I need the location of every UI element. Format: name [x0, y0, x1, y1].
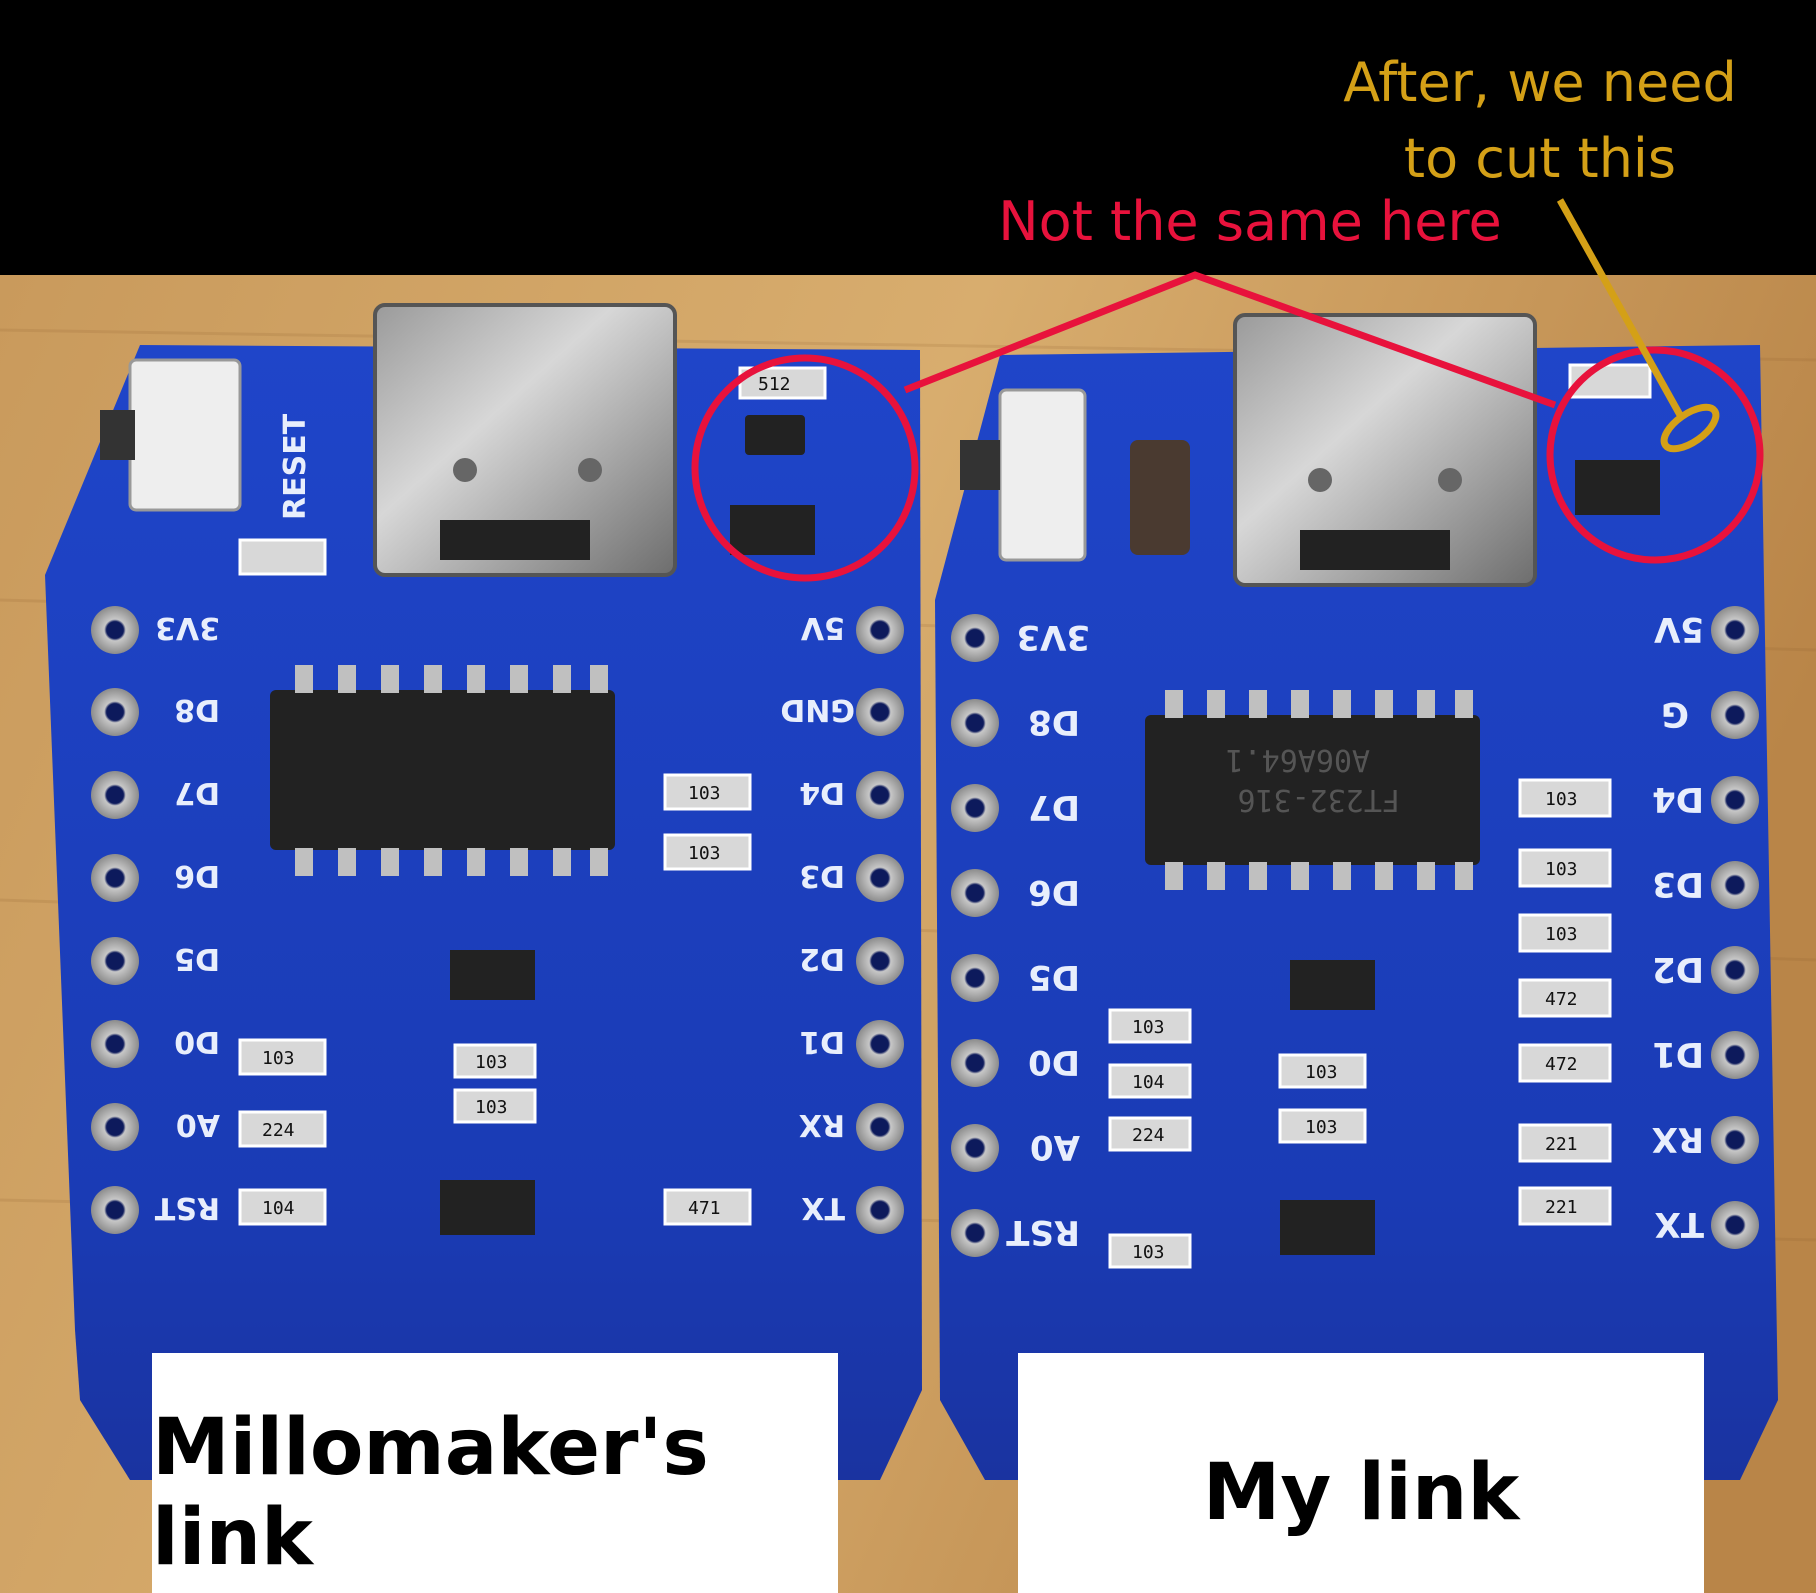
svg-text:3V3: 3V3: [155, 610, 220, 645]
right-board: FT232-316 A06A64.1 103 103 103 472 472 2…: [935, 313, 1778, 1480]
svg-text:471: 471: [688, 1198, 721, 1219]
svg-text:RX: RX: [799, 1107, 845, 1142]
voltage-regulator: [1575, 460, 1660, 515]
svg-text:D4: D4: [799, 775, 845, 810]
svg-text:104: 104: [1132, 1072, 1165, 1093]
svg-text:103: 103: [1132, 1017, 1165, 1038]
svg-text:D2: D2: [799, 941, 845, 976]
transistor: [1280, 1200, 1375, 1255]
svg-text:D0: D0: [1028, 1042, 1080, 1082]
svg-text:103: 103: [1132, 1242, 1165, 1263]
svg-text:103: 103: [688, 843, 721, 864]
resistor-code: 512: [758, 374, 791, 395]
reset-button-housing: [998, 388, 1087, 562]
annotation-cut-line2: to cut this: [1403, 127, 1677, 190]
svg-text:D6: D6: [1028, 872, 1080, 912]
svg-text:D7: D7: [174, 775, 220, 810]
svg-text:103: 103: [475, 1097, 508, 1118]
annotation-not-same: Not the same here: [900, 190, 1600, 253]
svg-text:472: 472: [1545, 1054, 1578, 1075]
svg-text:D0: D0: [174, 1024, 220, 1059]
svg-text:D5: D5: [1028, 957, 1080, 997]
svg-text:D7: D7: [1028, 787, 1080, 827]
svg-text:A0: A0: [1030, 1127, 1080, 1167]
svg-text:224: 224: [1132, 1125, 1165, 1146]
svg-text:D8: D8: [1028, 702, 1080, 742]
reset-button-housing: [128, 358, 242, 512]
svg-text:103: 103: [475, 1052, 508, 1073]
svg-text:D1: D1: [1652, 1034, 1704, 1074]
svg-text:RST: RST: [154, 1190, 220, 1225]
svg-text:D1: D1: [799, 1024, 845, 1059]
chip-marking-line2: A06A64.1: [1226, 742, 1371, 777]
caption-left-text: Millomaker's link: [152, 1403, 709, 1583]
caption-right-text: My link: [1202, 1448, 1520, 1538]
caption-right-board: My link: [1018, 1353, 1704, 1593]
svg-text:221: 221: [1545, 1197, 1578, 1218]
svg-text:TX: TX: [1655, 1204, 1704, 1244]
svg-text:D6: D6: [174, 858, 220, 893]
transistor: [450, 950, 535, 1000]
svg-text:103: 103: [1305, 1117, 1338, 1138]
svg-text:TX: TX: [801, 1190, 845, 1225]
svg-text:103: 103: [1545, 859, 1578, 880]
svg-text:103: 103: [262, 1048, 295, 1069]
svg-text:D3: D3: [799, 858, 845, 893]
svg-text:103: 103: [1305, 1062, 1338, 1083]
fuse: [1130, 440, 1190, 555]
annotation-not-same-text: Not the same here: [998, 190, 1502, 253]
annotation-cut: After, we need to cut this: [1300, 45, 1780, 197]
svg-text:224: 224: [262, 1120, 295, 1141]
svg-text:221: 221: [1545, 1134, 1578, 1155]
transistor: [1290, 960, 1375, 1010]
svg-text:D4: D4: [1652, 779, 1704, 819]
svg-text:103: 103: [1545, 924, 1578, 945]
svg-text:472: 472: [1545, 989, 1578, 1010]
svg-text:RST: RST: [1005, 1212, 1080, 1252]
svg-text:5V: 5V: [1653, 609, 1704, 649]
svg-text:D3: D3: [1652, 864, 1704, 904]
svg-text:5V: 5V: [800, 610, 845, 645]
transistor: [440, 1180, 535, 1235]
chip-marking-line1: FT232-316: [1237, 782, 1400, 817]
caption-left-board: Millomaker's link: [152, 1353, 838, 1593]
voltage-regulator: [730, 505, 815, 555]
svg-text:103: 103: [1545, 789, 1578, 810]
svg-text:D8: D8: [174, 692, 220, 727]
left-board: RESET 512 103 224 104 103 103 103 103 47…: [45, 303, 922, 1480]
usb-serial-chip: [270, 690, 615, 850]
svg-text:D5: D5: [174, 941, 220, 976]
svg-text:G: G: [1661, 694, 1689, 734]
reset-silk-label: RESET: [278, 413, 313, 520]
svg-text:3V3: 3V3: [1016, 617, 1090, 657]
svg-text:D2: D2: [1652, 949, 1704, 989]
svg-text:104: 104: [262, 1198, 295, 1219]
svg-text:103: 103: [688, 783, 721, 804]
svg-text:RX: RX: [1652, 1119, 1704, 1159]
svg-text:GND: GND: [780, 692, 855, 727]
svg-text:A0: A0: [176, 1107, 220, 1142]
annotation-cut-line1: After, we need: [1343, 51, 1737, 114]
